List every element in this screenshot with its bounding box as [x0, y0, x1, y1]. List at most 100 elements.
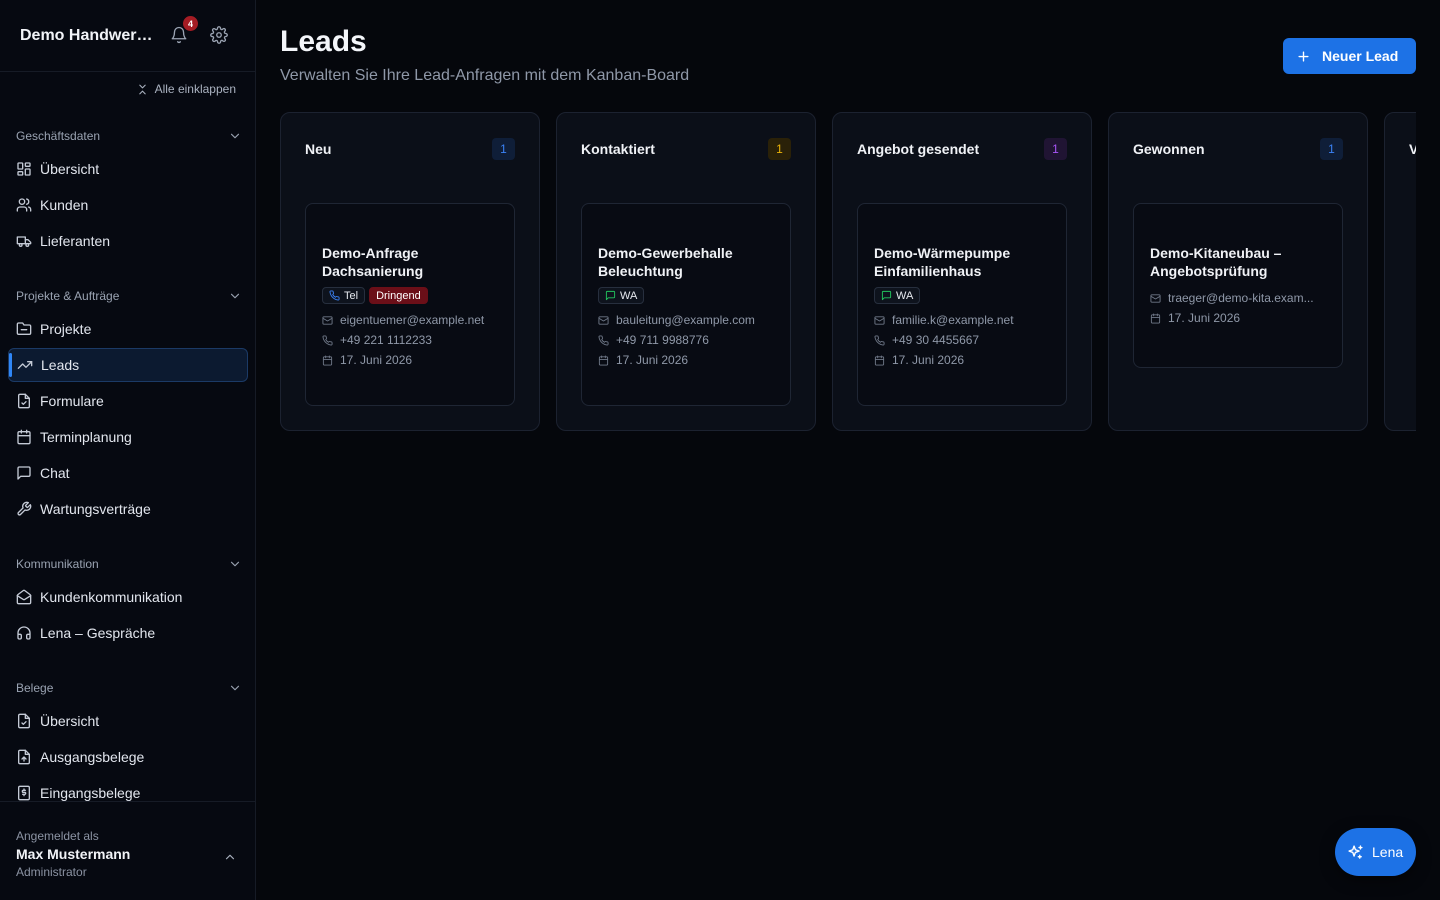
mail-icon	[322, 315, 333, 326]
lead-email: familie.k@example.net	[874, 312, 1066, 328]
section-title: Geschäftsdaten	[16, 129, 101, 143]
main-content: Leads Verwalten Sie Ihre Lead-Anfragen m…	[256, 0, 1440, 900]
lead-date: 17. Juni 2026	[598, 352, 790, 368]
phone-icon	[874, 334, 885, 346]
chevron-up-icon[interactable]	[223, 850, 237, 864]
calendar-icon	[322, 354, 333, 366]
lead-email-text: bauleitung@example.com	[616, 313, 755, 327]
lead-card[interactable]: Demo-Kitaneubau – Angebotsprüfung traege…	[1133, 203, 1343, 368]
sidebar-item-chat[interactable]: Chat	[8, 456, 248, 490]
mail-icon	[1150, 293, 1161, 304]
chat-icon	[16, 465, 32, 481]
new-lead-button[interactable]: Neuer Lead	[1283, 38, 1416, 74]
sidebar-item-formulare[interactable]: Formulare	[8, 384, 248, 418]
page-title: Leads	[280, 25, 367, 58]
sidebar-item-label: Chat	[40, 465, 70, 481]
mail-icon	[598, 315, 609, 326]
sidebar-item-label: Terminplanung	[40, 429, 132, 445]
lead-phone: +49 30 4455667	[874, 332, 1066, 348]
kanban-board: Neu 1 Demo-Anfrage Dachsanierung Tel Dri…	[280, 112, 1416, 432]
urgent-badge: Dringend	[369, 287, 428, 304]
lead-date: 17. Juni 2026	[874, 352, 1066, 368]
section-projekte-auftraege[interactable]: Projekte & Aufträge	[16, 289, 242, 303]
phone-icon	[322, 334, 333, 346]
lead-phone-text: +49 30 4455667	[892, 333, 980, 347]
sidebar-item-projekte[interactable]: Projekte	[8, 312, 248, 346]
sidebar-item-ausgangsbelege[interactable]: Ausgangsbelege	[8, 740, 248, 774]
document-out-icon	[16, 749, 32, 765]
calendar-icon	[16, 429, 32, 445]
message-icon	[881, 290, 892, 301]
sidebar-item-leads[interactable]: Leads	[8, 348, 248, 382]
users-icon	[16, 197, 32, 213]
column-title: Neu	[305, 141, 332, 157]
sidebar-item-lena-gespraeche[interactable]: Lena – Gespräche	[8, 616, 248, 650]
form-icon	[16, 393, 32, 409]
lead-phone-text: +49 221 1112233	[340, 333, 432, 347]
user-menu[interactable]: Angemeldet als Max Mustermann Administra…	[0, 801, 255, 900]
sidebar-item-label: Ausgangsbelege	[40, 749, 145, 765]
column-title: Kontaktiert	[581, 141, 655, 157]
section-belege[interactable]: Belege	[16, 681, 242, 695]
folder-icon	[16, 321, 32, 337]
lead-title: Demo-Kitaneubau – Angebotsprüfung	[1150, 245, 1282, 279]
sidebar-item-wartungsvertraege[interactable]: Wartungsverträge	[8, 492, 248, 526]
lead-email: eigentuemer@example.net	[322, 312, 514, 328]
receipt-icon	[16, 785, 32, 801]
sidebar-item-kunden[interactable]: Kunden	[8, 188, 248, 222]
column-count-badge: 1	[1044, 138, 1067, 160]
truck-icon	[16, 233, 32, 249]
sidebar-item-label: Übersicht	[40, 161, 100, 177]
message-icon	[605, 290, 616, 301]
section-title: Belege	[16, 681, 54, 695]
collapse-all-label: Alle einklappen	[154, 82, 236, 96]
section-geschaeftsdaten[interactable]: Geschäftsdaten	[16, 129, 242, 143]
sidebar-item-label: Lena – Gespräche	[40, 625, 156, 641]
sidebar-item-uebersicht[interactable]: Übersicht	[8, 152, 248, 186]
notification-badge: 4	[183, 16, 198, 31]
lead-card[interactable]: Demo-Wärmepumpe Einfamilienhaus WA famil…	[857, 203, 1067, 406]
collapse-icon	[136, 83, 149, 96]
lead-title: Demo-Gewerbehalle Beleuchtung	[598, 245, 733, 279]
lead-date: 17. Juni 2026	[1150, 310, 1342, 326]
chevron-down-icon	[228, 289, 242, 303]
calendar-icon	[1150, 312, 1161, 324]
collapse-all-button[interactable]: Alle einklappen	[136, 82, 236, 96]
sidebar-item-label: Projekte	[40, 321, 92, 337]
sidebar-item-label: Wartungsverträge	[40, 501, 151, 517]
sidebar-item-kundenkommunikation[interactable]: Kundenkommunikation	[8, 580, 248, 614]
mail-icon	[874, 315, 885, 326]
lead-email-text: traeger@demo-kita.exam...	[1168, 291, 1314, 305]
section-kommunikation[interactable]: Kommunikation	[16, 557, 242, 571]
signed-in-label: Angemeldet als	[16, 829, 99, 843]
document-icon	[16, 713, 32, 729]
channel-badge: WA	[598, 287, 645, 304]
section-title: Kommunikation	[16, 557, 99, 571]
sidebar-item-label: Lieferanten	[40, 233, 111, 249]
sidebar-item-label: Übersicht	[40, 713, 100, 729]
brand-name[interactable]: Demo Handwerk GmbH	[20, 27, 158, 45]
column-title: Angebot gesendet	[857, 141, 980, 157]
lead-phone-text: +49 711 9988776	[616, 333, 709, 347]
sidebar-item-lieferanten[interactable]: Lieferanten	[8, 224, 248, 258]
column-count-badge: 1	[1320, 138, 1343, 160]
kanban-column-kontaktiert: Kontaktiert 1 Demo-Gewerbehalle Beleucht…	[556, 112, 816, 431]
lena-assistant-button[interactable]: Lena	[1335, 828, 1416, 876]
page-subtitle: Verwalten Sie Ihre Lead-Anfragen mit dem…	[280, 67, 690, 84]
sidebar-item-belege-uebersicht[interactable]: Übersicht	[8, 704, 248, 738]
sidebar-item-label: Eingangsbelege	[40, 785, 141, 801]
kanban-column-angebot-gesendet: Angebot gesendet 1 Demo-Wärmepumpe Einfa…	[832, 112, 1092, 431]
column-title: Gewonnen	[1133, 141, 1205, 157]
sidebar-item-label: Kunden	[40, 197, 89, 213]
lead-title: Demo-Anfrage Dachsanierung	[322, 245, 424, 279]
gear-icon[interactable]	[210, 26, 230, 46]
sidebar-item-terminplanung[interactable]: Terminplanung	[8, 420, 248, 454]
lead-card[interactable]: Demo-Gewerbehalle Beleuchtung WA bauleit…	[581, 203, 791, 406]
kanban-column-gewonnen: Gewonnen 1 Demo-Kitaneubau – Angebotsprü…	[1108, 112, 1368, 431]
trending-up-icon	[17, 357, 33, 373]
sidebar: Demo Handwerk GmbH 4 Alle einklappen Ges…	[0, 0, 256, 900]
calendar-icon	[874, 354, 885, 366]
lead-card[interactable]: Demo-Anfrage Dachsanierung Tel Dringend …	[305, 203, 515, 406]
lead-title: Demo-Wärmepumpe Einfamilienhaus	[874, 245, 1011, 279]
headphones-icon	[16, 625, 32, 641]
